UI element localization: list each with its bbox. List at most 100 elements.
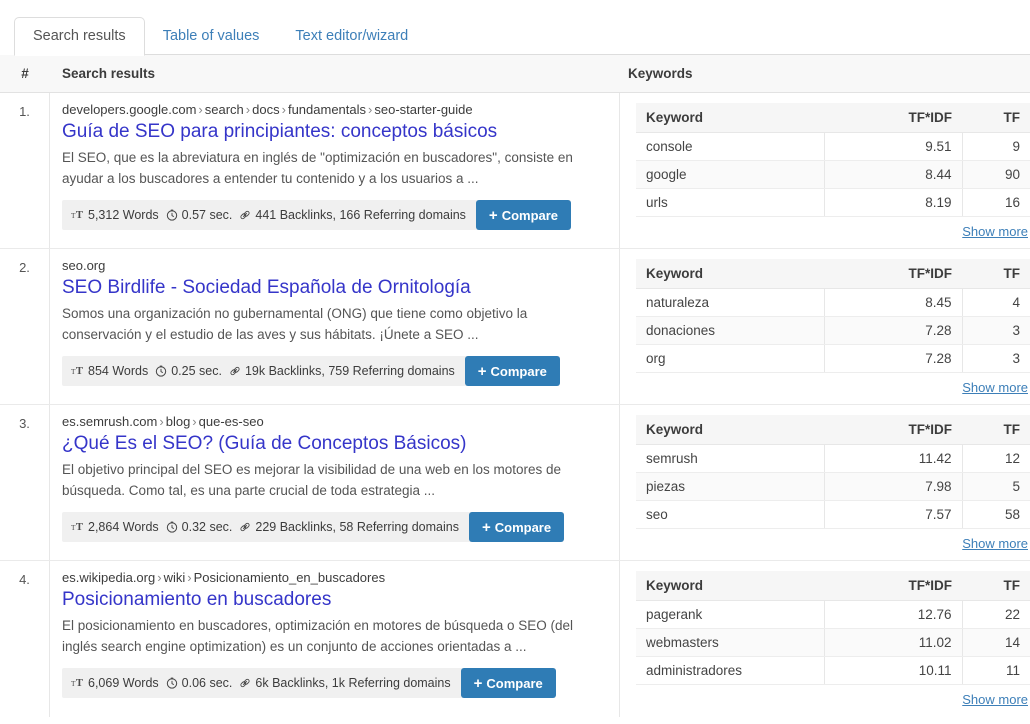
keywords-header-tf[interactable]: TF xyxy=(962,415,1030,445)
text-size-icon: TT xyxy=(71,520,84,536)
backlink-info: 6k Backlinks, 1k Referring domains xyxy=(255,676,451,691)
show-more-wrap: Show more xyxy=(636,217,1030,241)
result-url[interactable]: seo.org xyxy=(62,258,605,273)
show-more-link[interactable]: Show more xyxy=(962,692,1028,707)
keywords-header-tfidf[interactable]: TF*IDF xyxy=(824,571,962,601)
keywords-header-keyword[interactable]: Keyword xyxy=(636,415,824,445)
tfidf-cell: 10.11 xyxy=(823,656,962,685)
keywords-header-tfidf[interactable]: TF*IDF xyxy=(824,259,962,289)
keywords-header-keyword[interactable]: Keyword xyxy=(636,259,824,289)
result-metrics-text: T T 2,864 Words 0.32 sec. 229 Backlinks, 58 … xyxy=(71,519,459,535)
result-url[interactable]: es.semrush.com › blog › que-es-seo xyxy=(62,414,605,429)
result-snippet: El posicionamiento en buscadores, optimi… xyxy=(62,618,574,654)
keywords-panel: Keyword TF*IDF TF pagerank 12.76 22 webmasters… xyxy=(620,561,1030,717)
column-header-row: # Search results Keywords xyxy=(0,55,1030,93)
compare-button[interactable]: + Compare xyxy=(475,200,572,231)
keywords-header-keyword[interactable]: Keyword xyxy=(636,571,824,601)
url-path-segment: wiki xyxy=(163,570,186,585)
table-row[interactable]: urls 8.19 16 xyxy=(636,188,1030,217)
svg-text:T: T xyxy=(76,366,83,377)
url-path-segment: seo-starter-guide xyxy=(374,102,473,117)
tfidf-cell: 8.44 xyxy=(823,160,962,189)
tfidf-cell: 8.45 xyxy=(823,288,962,317)
keyword-cell: webmasters xyxy=(636,628,824,657)
tf-cell: 90 xyxy=(961,160,1030,189)
table-row[interactable]: donaciones 7.28 3 xyxy=(636,316,1030,345)
table-row[interactable]: console 9.51 9 xyxy=(636,132,1030,161)
word-count: 2,864 Words xyxy=(88,520,159,535)
compare-button-label: Compare xyxy=(486,675,543,691)
link-icon xyxy=(239,209,251,224)
keyword-cell: seo xyxy=(636,500,824,529)
tf-cell: 4 xyxy=(961,288,1030,317)
result-metrics-text: T T 6,069 Words 0.06 sec. 6k Backlinks, 1k R… xyxy=(71,675,451,691)
word-count: 5,312 Words xyxy=(88,208,159,223)
table-row[interactable]: pagerank 12.76 22 xyxy=(636,600,1030,629)
tfidf-cell: 9.51 xyxy=(823,132,962,161)
table-row[interactable]: google 8.44 90 xyxy=(636,160,1030,189)
keywords-header-tfidf[interactable]: TF*IDF xyxy=(824,415,962,445)
compare-button-label: Compare xyxy=(490,363,547,379)
compare-button[interactable]: + Compare xyxy=(460,668,556,699)
url-path-segment: que-es-seo xyxy=(198,414,264,429)
url-path-segment: docs xyxy=(252,102,280,117)
result-title-link[interactable]: Guía de SEO para principiantes: concepto… xyxy=(62,120,605,144)
table-row[interactable]: piezas 7.98 5 xyxy=(636,472,1030,501)
url-separator: › xyxy=(159,414,164,429)
table-row[interactable]: naturaleza 8.45 4 xyxy=(636,288,1030,317)
table-row[interactable]: administradores 10.11 11 xyxy=(636,656,1030,685)
plus-icon: + xyxy=(488,206,498,224)
table-row[interactable]: seo 7.57 58 xyxy=(636,500,1030,529)
tab-search-results[interactable]: Search results xyxy=(14,16,145,56)
result-metrics-bar: T T 2,864 Words 0.32 sec. 229 Backlinks, 58 … xyxy=(62,512,565,543)
keywords-header-tf[interactable]: TF xyxy=(962,571,1030,601)
show-more-link[interactable]: Show more xyxy=(962,380,1028,395)
tf-cell: 12 xyxy=(961,444,1030,473)
table-row[interactable]: org 7.28 3 xyxy=(636,344,1030,373)
keyword-cell: urls xyxy=(636,188,824,217)
keyword-cell: naturaleza xyxy=(636,288,824,317)
keywords-header-tf[interactable]: TF xyxy=(962,259,1030,289)
word-count: 854 Words xyxy=(88,364,149,379)
result-url[interactable]: developers.google.com › search › docs › fundam… xyxy=(62,102,605,117)
show-more-link[interactable]: Show more xyxy=(962,224,1028,239)
result-metrics-text: T T 5,312 Words 0.57 sec. 441 Backlinks, 166… xyxy=(71,207,466,223)
plus-icon: + xyxy=(481,518,491,536)
result-title-link[interactable]: ¿Qué Es el SEO? (Guía de Conceptos Básic… xyxy=(62,432,605,456)
keywords-header-tf[interactable]: TF xyxy=(962,103,1030,133)
show-more-link[interactable]: Show more xyxy=(962,536,1028,551)
result-row: 1. developers.google.com › search › docs › fund… xyxy=(0,93,1030,249)
keywords-table-header: Keyword TF*IDF TF xyxy=(636,103,1030,133)
table-row[interactable]: webmasters 11.02 14 xyxy=(636,628,1030,657)
keywords-header-keyword[interactable]: Keyword xyxy=(636,103,824,133)
result-title-link[interactable]: Posicionamiento en buscadores xyxy=(62,588,605,612)
load-time: 0.57 sec. xyxy=(181,208,233,223)
result-title-link[interactable]: SEO Birdlife - Sociedad Española de Orni… xyxy=(62,276,605,300)
table-row[interactable]: semrush 11.42 12 xyxy=(636,444,1030,473)
compare-button[interactable]: + Compare xyxy=(468,512,565,543)
result-row: 4. es.wikipedia.org › wiki › Posicionamiento_… xyxy=(0,561,1030,717)
load-time: 0.06 sec. xyxy=(181,676,233,691)
url-path-segment: fundamentals xyxy=(287,102,367,117)
result-url[interactable]: es.wikipedia.org › wiki › Posicionamiento_en… xyxy=(62,570,605,585)
compare-button[interactable]: + Compare xyxy=(464,356,560,387)
plus-icon: + xyxy=(473,674,483,692)
tab-text-editor-wizard[interactable]: Text editor/wizard xyxy=(277,18,426,56)
keywords-table-header: Keyword TF*IDF TF xyxy=(636,259,1030,289)
show-more-wrap: Show more xyxy=(636,529,1030,553)
result-snippet: El SEO, que es la abreviatura en inglés … xyxy=(62,150,573,186)
keyword-cell: semrush xyxy=(636,444,824,473)
url-domain: es.semrush.com xyxy=(62,414,158,429)
tfidf-cell: 12.76 xyxy=(823,600,962,629)
result-content: seo.org SEO Birdlife - Sociedad Española … xyxy=(50,249,620,404)
url-separator: › xyxy=(245,102,251,117)
text-size-icon: TT xyxy=(71,676,84,692)
tab-table-of-values[interactable]: Table of values xyxy=(145,18,278,56)
text-size-icon: TT xyxy=(71,208,84,224)
tf-cell: 3 xyxy=(961,344,1030,373)
result-index: 2. xyxy=(0,249,50,404)
stopwatch-icon xyxy=(166,677,178,692)
url-domain: seo.org xyxy=(62,258,106,273)
keywords-header-tfidf[interactable]: TF*IDF xyxy=(824,103,962,133)
url-separator: › xyxy=(198,102,203,117)
